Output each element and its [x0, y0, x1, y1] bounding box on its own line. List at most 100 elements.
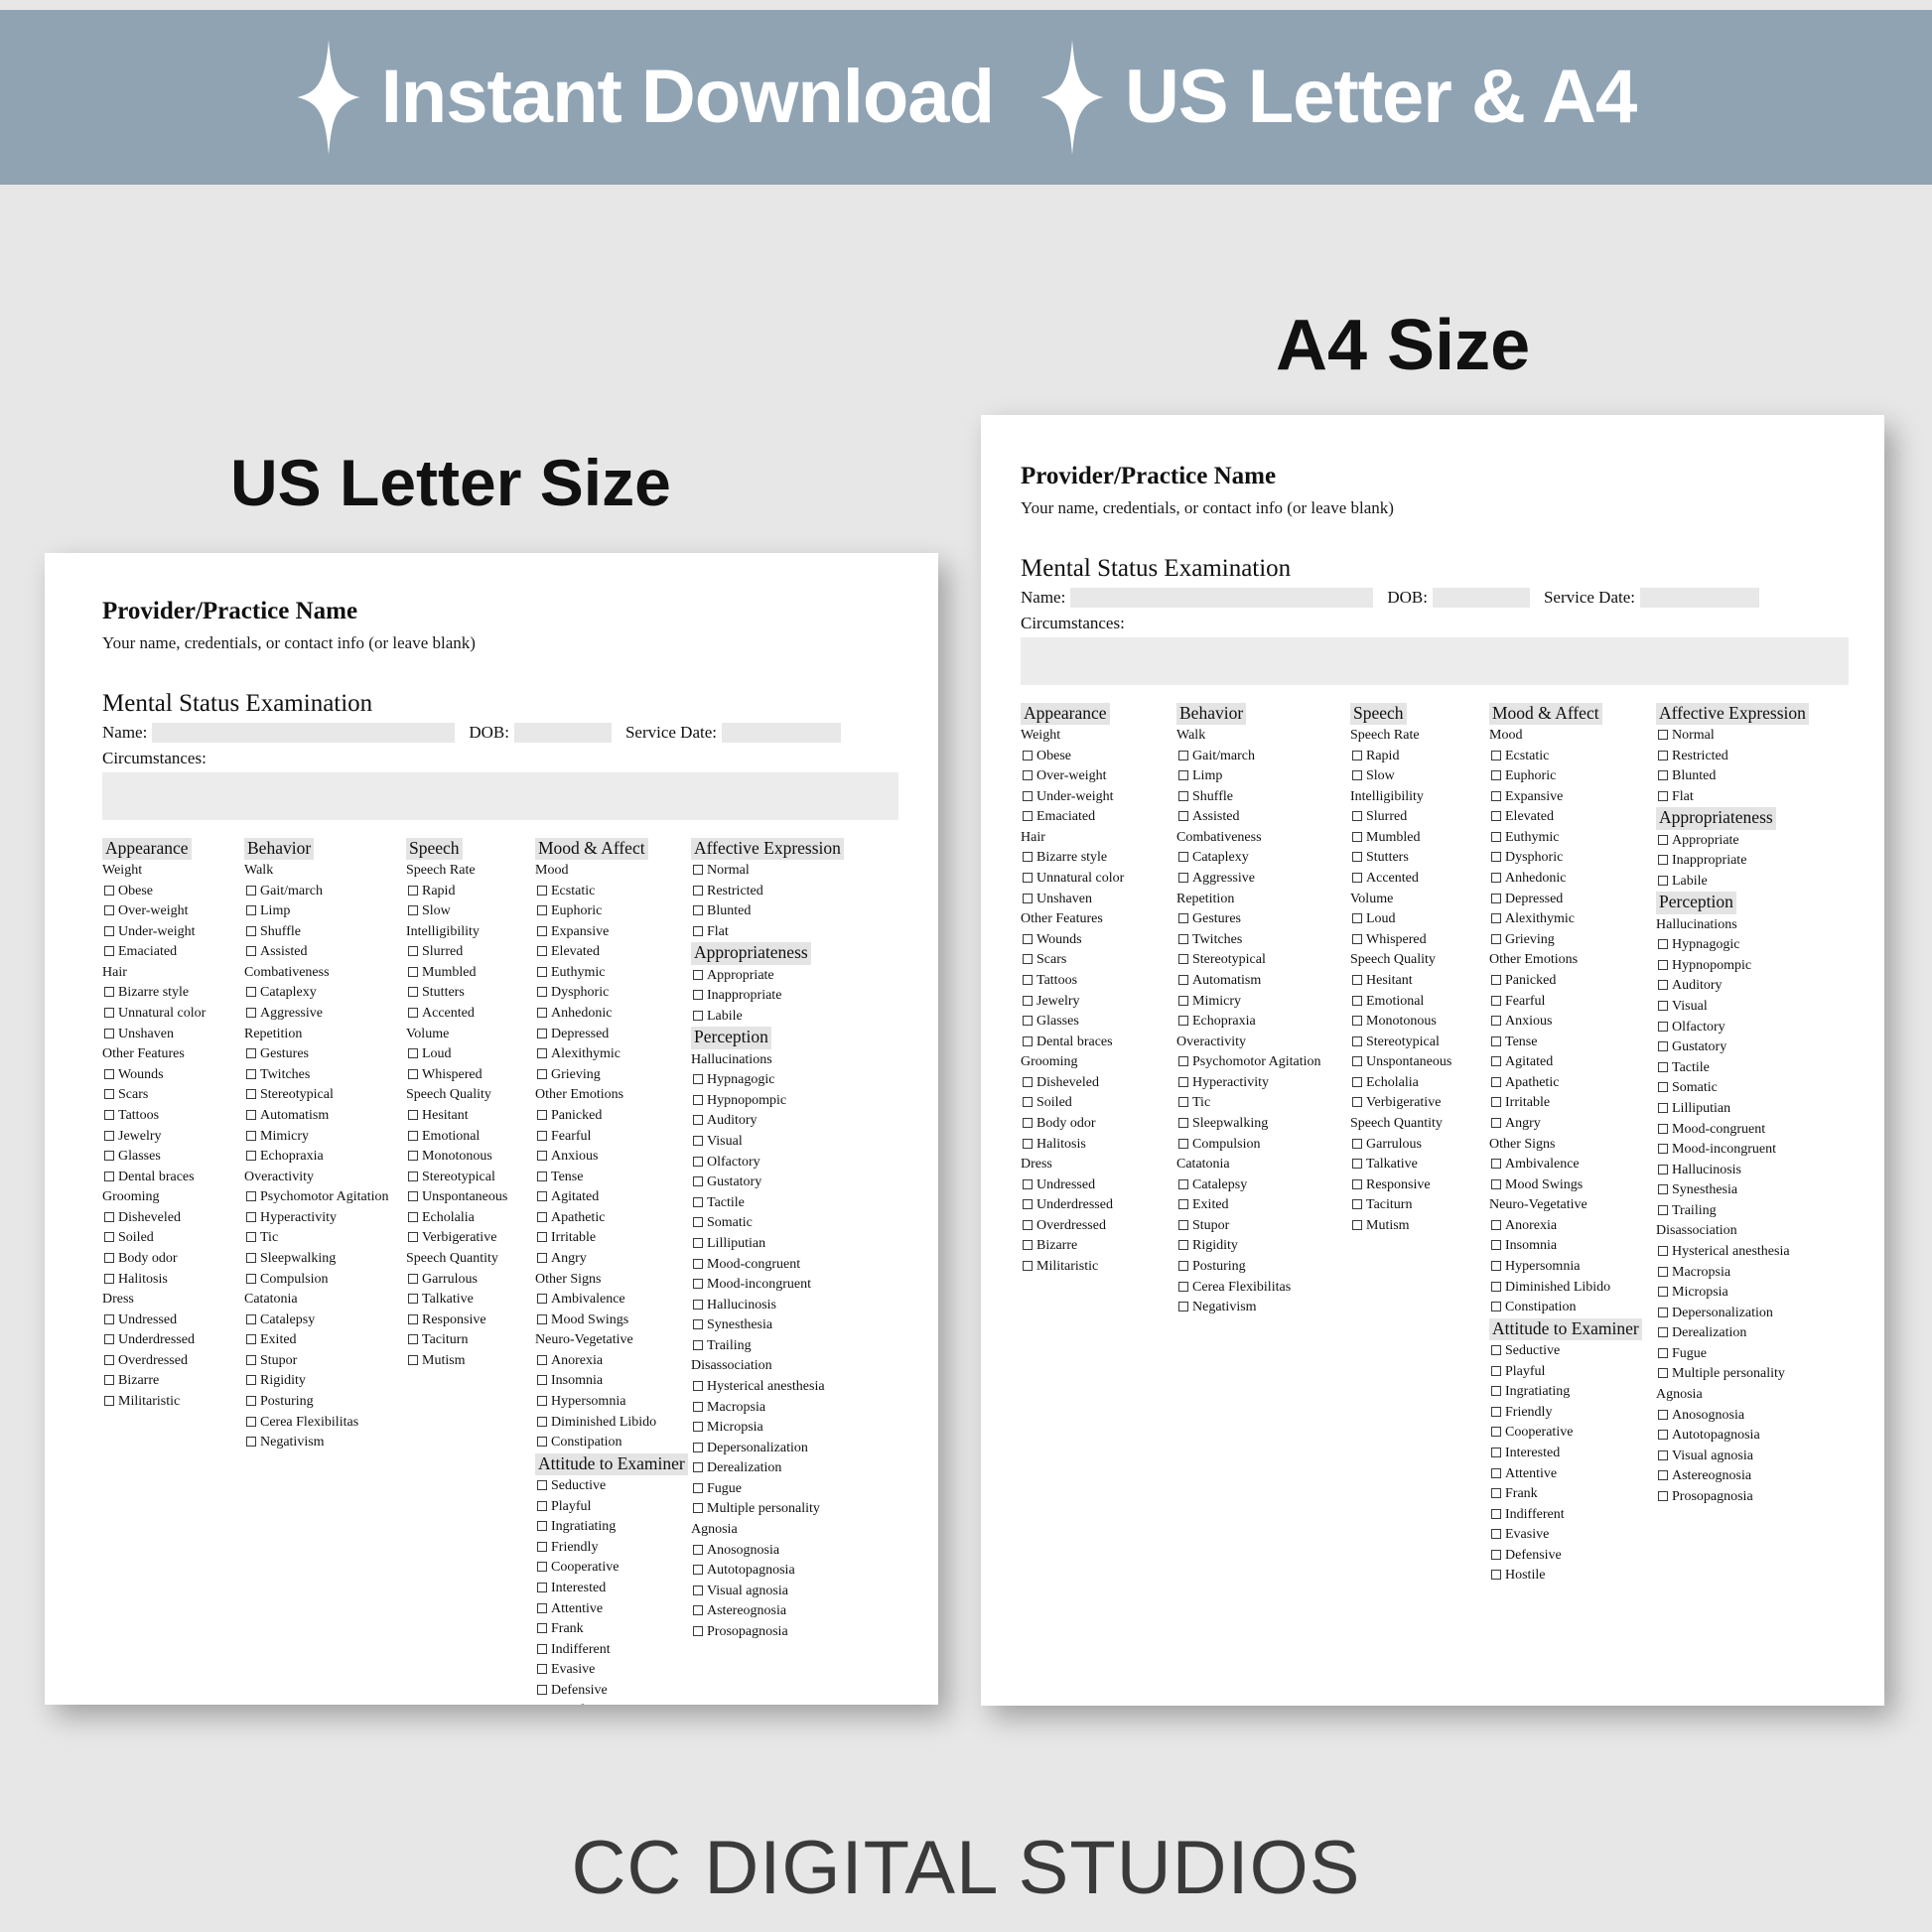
checkbox-row-euphoric[interactable]: Euphoric: [535, 901, 691, 922]
checkbox-icon[interactable]: [408, 1211, 418, 1222]
checkbox-icon[interactable]: [246, 1048, 256, 1059]
checkbox-row-aggressive[interactable]: Aggressive: [244, 1004, 406, 1025]
checkbox-icon[interactable]: [246, 1109, 256, 1120]
checkbox-row-mutism[interactable]: Mutism: [406, 1351, 535, 1372]
checkbox-row-emaciated[interactable]: Emaciated: [102, 942, 244, 963]
checkbox-icon[interactable]: [537, 1437, 547, 1448]
checkbox-icon[interactable]: [537, 1313, 547, 1324]
checkbox-row-catalepsy[interactable]: Catalepsy: [1176, 1175, 1350, 1196]
checkbox-row-shuffle[interactable]: Shuffle: [244, 922, 406, 943]
checkbox-icon[interactable]: [1491, 1261, 1501, 1272]
checkbox-icon[interactable]: [537, 1521, 547, 1532]
checkbox-icon[interactable]: [537, 1068, 547, 1079]
checkbox-icon[interactable]: [1178, 873, 1188, 884]
checkbox-icon[interactable]: [537, 1171, 547, 1181]
service-date-input[interactable]: [1640, 587, 1759, 608]
checkbox-row-ecstatic[interactable]: Ecstatic: [1489, 747, 1656, 767]
checkbox-icon[interactable]: [693, 1625, 703, 1636]
checkbox-icon[interactable]: [537, 1375, 547, 1386]
checkbox-row-posturing[interactable]: Posturing: [244, 1392, 406, 1413]
checkbox-row-assisted[interactable]: Assisted: [1176, 807, 1350, 828]
checkbox-icon[interactable]: [693, 885, 703, 896]
checkbox-row-negativism[interactable]: Negativism: [1176, 1298, 1350, 1318]
checkbox-icon[interactable]: [1023, 770, 1033, 781]
checkbox-icon[interactable]: [408, 987, 418, 998]
checkbox-icon[interactable]: [1491, 852, 1501, 863]
checkbox-icon[interactable]: [1658, 855, 1668, 866]
checkbox-icon[interactable]: [1352, 913, 1362, 924]
checkbox-row-flat[interactable]: Flat: [691, 922, 880, 943]
dob-input[interactable]: [1432, 587, 1530, 608]
checkbox-icon[interactable]: [1352, 770, 1362, 781]
checkbox-icon[interactable]: [693, 1217, 703, 1228]
checkbox-row-psychomotor-agitation[interactable]: Psychomotor Agitation: [1176, 1052, 1350, 1073]
checkbox-icon[interactable]: [537, 1354, 547, 1365]
checkbox-row-tic[interactable]: Tic: [244, 1228, 406, 1249]
checkbox-row-militaristic[interactable]: Militaristic: [1021, 1257, 1176, 1278]
name-input[interactable]: [152, 722, 456, 743]
checkbox-row-dysphoric[interactable]: Dysphoric: [535, 983, 691, 1004]
checkbox-row-over-weight[interactable]: Over-weight: [102, 901, 244, 922]
checkbox-row-anosognosia[interactable]: Anosognosia: [1656, 1406, 1845, 1427]
checkbox-row-anhedonic[interactable]: Anhedonic: [535, 1004, 691, 1025]
checkbox-row-overdressed[interactable]: Overdressed: [1021, 1216, 1176, 1237]
checkbox-row-gestures[interactable]: Gestures: [244, 1044, 406, 1065]
checkbox-icon[interactable]: [1491, 1178, 1501, 1189]
checkbox-icon[interactable]: [246, 925, 256, 936]
checkbox-icon[interactable]: [1658, 1368, 1668, 1379]
checkbox-icon[interactable]: [246, 1273, 256, 1284]
checkbox-row-constipation[interactable]: Constipation: [535, 1433, 691, 1453]
checkbox-row-twitches[interactable]: Twitches: [1176, 930, 1350, 951]
checkbox-row-twitches[interactable]: Twitches: [244, 1065, 406, 1086]
checkbox-row-slurred[interactable]: Slurred: [406, 942, 535, 963]
checkbox-row-interested[interactable]: Interested: [535, 1579, 691, 1599]
checkbox-icon[interactable]: [1023, 974, 1033, 985]
checkbox-icon[interactable]: [1178, 1097, 1188, 1108]
checkbox-icon[interactable]: [246, 1089, 256, 1100]
checkbox-row-bizarre-style[interactable]: Bizarre style: [102, 983, 244, 1004]
checkbox-icon[interactable]: [693, 1010, 703, 1021]
checkbox-row-olfactory[interactable]: Olfactory: [1656, 1018, 1845, 1038]
checkbox-row-hallucinosis[interactable]: Hallucinosis: [691, 1296, 880, 1316]
checkbox-icon[interactable]: [693, 1258, 703, 1269]
checkbox-icon[interactable]: [246, 905, 256, 916]
checkbox-row-irritable[interactable]: Irritable: [1489, 1093, 1656, 1114]
checkbox-icon[interactable]: [537, 1151, 547, 1162]
checkbox-row-echopraxia[interactable]: Echopraxia: [1176, 1012, 1350, 1033]
checkbox-icon[interactable]: [1491, 873, 1501, 884]
checkbox-row-overdressed[interactable]: Overdressed: [102, 1351, 244, 1372]
checkbox-icon[interactable]: [1658, 875, 1668, 886]
checkbox-icon[interactable]: [104, 1028, 114, 1038]
checkbox-icon[interactable]: [1178, 750, 1188, 760]
checkbox-icon[interactable]: [537, 925, 547, 936]
checkbox-icon[interactable]: [1658, 1061, 1668, 1072]
checkbox-icon[interactable]: [1178, 1281, 1188, 1292]
checkbox-row-somatic[interactable]: Somatic: [691, 1213, 880, 1234]
checkbox-icon[interactable]: [1658, 750, 1668, 760]
checkbox-row-stupor[interactable]: Stupor: [1176, 1216, 1350, 1237]
checkbox-row-euphoric[interactable]: Euphoric: [1489, 766, 1656, 787]
checkbox-icon[interactable]: [537, 1232, 547, 1243]
checkbox-row-hysterical-anesthesia[interactable]: Hysterical anesthesia: [1656, 1242, 1845, 1263]
checkbox-icon[interactable]: [693, 1196, 703, 1207]
checkbox-row-restricted[interactable]: Restricted: [1656, 747, 1845, 767]
checkbox-row-cataplexy[interactable]: Cataplexy: [1176, 848, 1350, 869]
checkbox-row-stereotypical[interactable]: Stereotypical: [406, 1168, 535, 1188]
checkbox-icon[interactable]: [104, 1252, 114, 1263]
checkbox-icon[interactable]: [408, 1048, 418, 1059]
checkbox-row-monotonous[interactable]: Monotonous: [1350, 1012, 1489, 1033]
checkbox-row-elevated[interactable]: Elevated: [1489, 807, 1656, 828]
checkbox-row-mimicry[interactable]: Mimicry: [1176, 992, 1350, 1013]
checkbox-icon[interactable]: [693, 1462, 703, 1473]
checkbox-row-echolalia[interactable]: Echolalia: [406, 1208, 535, 1229]
checkbox-row-rapid[interactable]: Rapid: [406, 882, 535, 902]
checkbox-icon[interactable]: [537, 1252, 547, 1263]
checkbox-row-over-weight[interactable]: Over-weight: [1021, 766, 1176, 787]
checkbox-icon[interactable]: [246, 1354, 256, 1365]
checkbox-row-indifferent[interactable]: Indifferent: [1489, 1505, 1656, 1526]
checkbox-row-monotonous[interactable]: Monotonous: [406, 1147, 535, 1168]
checkbox-row-verbigerative[interactable]: Verbigerative: [1350, 1093, 1489, 1114]
checkbox-icon[interactable]: [246, 1416, 256, 1427]
checkbox-row-grieving[interactable]: Grieving: [1489, 930, 1656, 951]
checkbox-icon[interactable]: [1658, 1123, 1668, 1134]
